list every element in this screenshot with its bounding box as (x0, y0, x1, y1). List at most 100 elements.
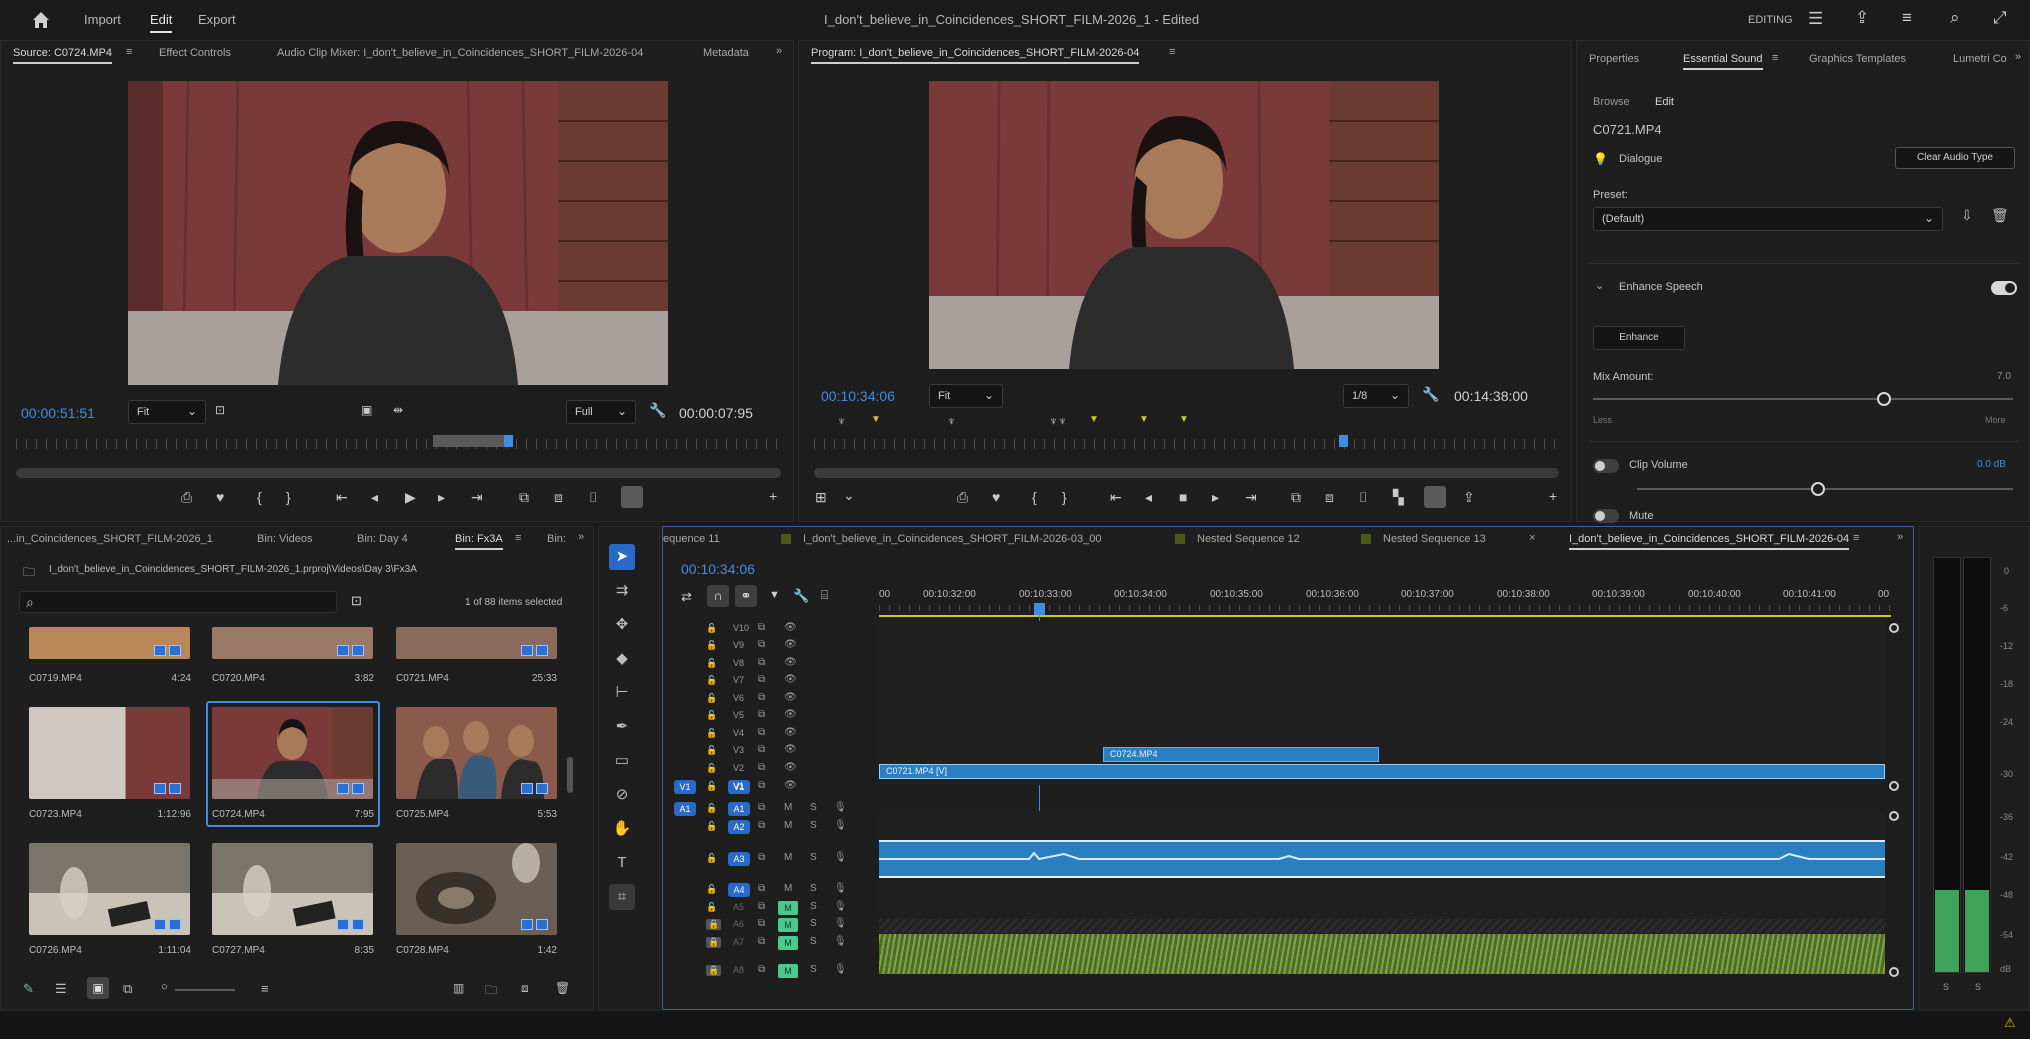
source-playhead-timecode[interactable]: 00:00:51:51 (21, 405, 95, 421)
export-frame-icon[interactable]: ⇪ (1463, 489, 1475, 506)
timeline-clip-a7[interactable] (879, 934, 1885, 974)
go-to-out-icon[interactable]: ⇥ (471, 489, 483, 506)
search-icon[interactable]: ⌕ (1950, 8, 1960, 28)
tab-source[interactable]: Source: C0724.MP4 (13, 47, 113, 64)
hand-tool-icon[interactable]: ✋ (609, 816, 635, 842)
delete-preset-icon[interactable]: 🗑 (1991, 207, 2009, 224)
video-track-header[interactable]: 🔓 V10 ⧉ 👁 (662, 621, 877, 638)
tab-graphics-templates[interactable]: Graphics Templates (1809, 53, 1906, 65)
tab-nested-13[interactable]: Nested Sequence 13 (1383, 533, 1486, 545)
meter-channel-label[interactable]: S (1975, 982, 1981, 992)
eye-icon[interactable]: 👁 (784, 780, 797, 791)
audio-track-header[interactable]: A1 🔓 A1 ⧉ M S 🎙 (662, 801, 877, 818)
new-search-bin-icon[interactable]: ⊡ (351, 593, 362, 609)
comparison-view-icon[interactable]: ▚ (1393, 489, 1404, 506)
video-track-header[interactable]: 🔓 V5 ⧉ 👁 (662, 708, 877, 725)
tab-nested-12[interactable]: Nested Sequence 12 (1197, 533, 1300, 545)
timeline-vscroll[interactable] (1889, 811, 1899, 821)
eye-icon[interactable]: 👁 (784, 657, 797, 668)
source-settings-icon[interactable]: ⊡ (215, 403, 225, 417)
timeline-clip-a3[interactable] (879, 840, 1885, 878)
sync-lock-icon[interactable]: ⧉ (758, 639, 765, 650)
timeline-vscroll[interactable] (1889, 623, 1899, 633)
workspaces-icon[interactable]: ☰ (1808, 9, 1823, 29)
slip-tool-icon[interactable]: ⊢ (609, 680, 635, 706)
pen-tool-icon[interactable]: ✒ (609, 714, 635, 740)
marker-icon[interactable]: ▼ (871, 414, 881, 425)
eye-icon[interactable]: 👁 (784, 639, 797, 650)
lock-icon[interactable]: 🔓 (706, 745, 717, 756)
eye-icon[interactable]: 👁 (784, 674, 797, 685)
subtab-edit[interactable]: Edit (1655, 96, 1674, 108)
lock-icon[interactable]: 🔓 (706, 658, 717, 669)
marker-icon[interactable]: ▼ (1139, 414, 1149, 425)
sync-lock-icon[interactable]: ⧉ (758, 780, 765, 791)
solo-track-button[interactable]: S (810, 883, 817, 894)
enhance-speech-toggle[interactable] (1991, 281, 2017, 295)
tab-bin-day4[interactable]: Bin: Day 4 (357, 533, 408, 545)
source-patch-v1[interactable]: V1 (674, 780, 696, 794)
tab-sequence-11[interactable]: equence 11 (663, 533, 720, 545)
zoom-tool-icon[interactable]: ⊘ (609, 782, 635, 808)
audio-track-header[interactable]: 🔓 A2 ⧉ M S 🎙 (662, 819, 877, 836)
lock-icon[interactable]: 🔓 (706, 763, 717, 774)
share-icon[interactable]: ⇪ (1855, 8, 1869, 28)
lock-icon[interactable]: 🔓 (706, 884, 717, 895)
tab-project[interactable]: ...in_Coincidences_SHORT_FILM-2026_1 (7, 533, 213, 545)
import-menu[interactable]: Import (84, 12, 121, 27)
tab-program[interactable]: Program: I_don't_believe_in_Coincidences… (811, 47, 1140, 64)
tab-sequence-04[interactable]: I_don't_believe_in_Coincidences_SHORT_FI… (1569, 533, 1850, 550)
trash-icon[interactable]: 🗑 (555, 981, 570, 995)
sync-lock-icon[interactable]: ⧉ (758, 692, 765, 703)
video-track-header[interactable]: 🔓 V8 ⧉ 👁 (662, 656, 877, 673)
linked-selection-icon[interactable]: ⚭ (735, 585, 757, 607)
program-playhead[interactable] (1339, 435, 1348, 447)
voiceover-record-icon[interactable]: 🎙 (834, 936, 847, 947)
step-forward-icon[interactable]: ▸ (438, 489, 445, 506)
tab-lumetri[interactable]: Lumetri Co (1953, 53, 2007, 65)
work-area-bar[interactable] (879, 615, 1891, 617)
tab-bin-more[interactable]: Bin: (547, 533, 566, 545)
program-resolution-select[interactable]: 1/8 ⌄ (1343, 384, 1409, 408)
lock-icon[interactable]: 🔓 (706, 803, 717, 814)
freeform-view-icon[interactable]: ⧉ (123, 981, 132, 997)
source-playhead[interactable] (504, 435, 513, 447)
voiceover-record-icon[interactable]: 🎙 (834, 820, 847, 831)
lift-icon[interactable]: ⧉ (1291, 489, 1301, 506)
mute-track-button[interactable]: M (784, 883, 792, 894)
tab-sequence-03[interactable]: I_don't_believe_in_Coincidences_SHORT_FI… (803, 533, 1101, 545)
add-marker-icon[interactable]: ▼ (769, 589, 780, 601)
lock-icon[interactable]: 🔓 (706, 675, 717, 686)
mark-in-out-icon[interactable]: ⎙ (181, 489, 192, 506)
clip-volume-value[interactable]: 0.0 dB (1977, 459, 2006, 470)
timeline-vscroll[interactable] (1889, 781, 1899, 791)
selection-tool-icon[interactable]: ➤ (609, 544, 635, 570)
overwrite-clip-icon[interactable]: ⧈ (554, 489, 563, 506)
wrench-icon[interactable]: 🔧 (1422, 386, 1439, 403)
mix-amount-slider-knob[interactable] (1877, 392, 1891, 406)
lock-icon[interactable]: 🔓 (706, 623, 717, 634)
go-to-out-icon[interactable]: ⇥ (1245, 489, 1257, 506)
chevron-down-icon[interactable]: ⌄ (843, 487, 855, 504)
eye-icon[interactable]: 👁 (784, 744, 797, 755)
track-target[interactable]: A3 (728, 852, 750, 866)
clip-thumbnail[interactable] (396, 707, 557, 799)
marker-icon[interactable]: ♆♆ (1049, 414, 1067, 428)
track-target[interactable]: A2 (728, 820, 750, 834)
tab-essential-sound[interactable]: Essential Sound (1683, 53, 1763, 70)
audio-track-header[interactable]: 🔓 A4 ⧉ M S 🎙 (662, 882, 877, 899)
save-preset-icon[interactable]: ⇩ (1961, 207, 1973, 224)
stop-icon[interactable]: ■ (1179, 489, 1187, 505)
timeline-timecode[interactable]: 00:10:34:06 (681, 561, 755, 577)
add-button-icon[interactable]: + (769, 488, 777, 504)
solo-track-button[interactable]: S (810, 936, 817, 947)
clip-thumbnail[interactable] (212, 707, 373, 799)
source-zoom-select[interactable]: Fit ⌄ (128, 400, 206, 424)
more-tabs-icon[interactable]: » (776, 45, 782, 57)
step-back-icon[interactable]: ◂ (371, 489, 378, 506)
sync-lock-icon[interactable]: ⧉ (758, 657, 765, 668)
mute-toggle[interactable] (1593, 509, 1619, 523)
tab-menu-icon[interactable]: ≡ (1853, 532, 1859, 544)
sync-lock-icon[interactable]: ⧉ (758, 918, 765, 929)
lock-icon[interactable]: 🔒 (706, 937, 722, 948)
